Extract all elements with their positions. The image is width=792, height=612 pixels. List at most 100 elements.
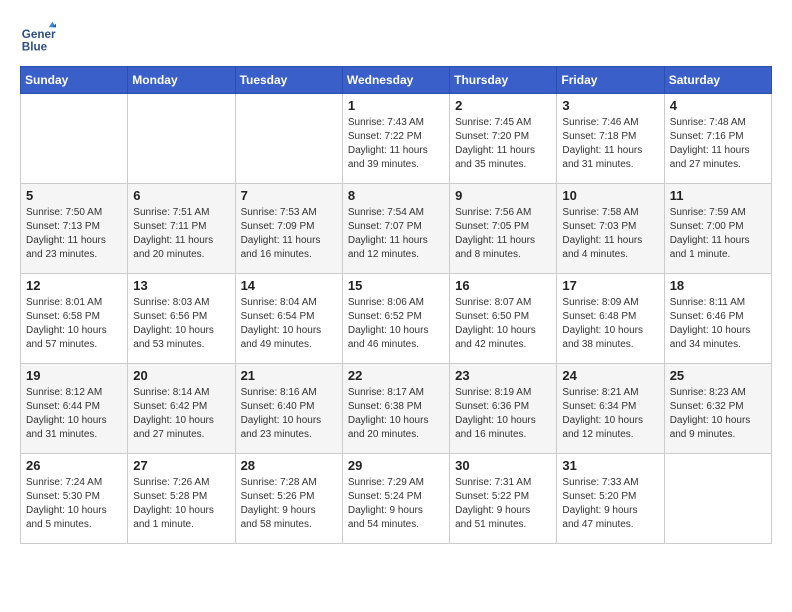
day-number: 21 — [241, 368, 337, 383]
day-info: Sunrise: 7:46 AM Sunset: 7:18 PM Dayligh… — [562, 116, 658, 172]
calendar-cell — [664, 454, 771, 544]
day-info: Sunrise: 7:29 AM Sunset: 5:24 PM Dayligh… — [348, 476, 444, 532]
day-number: 24 — [562, 368, 658, 383]
day-number: 3 — [562, 98, 658, 113]
calendar-cell — [21, 94, 128, 184]
day-number: 11 — [670, 188, 766, 203]
day-info: Sunrise: 8:23 AM Sunset: 6:32 PM Dayligh… — [670, 386, 766, 442]
day-number: 13 — [133, 278, 229, 293]
day-info: Sunrise: 8:03 AM Sunset: 6:56 PM Dayligh… — [133, 296, 229, 352]
calendar-cell: 18 Sunrise: 8:11 AM Sunset: 6:46 PM Dayli… — [664, 274, 771, 364]
day-number: 12 — [26, 278, 122, 293]
day-number: 4 — [670, 98, 766, 113]
calendar-cell: 21 Sunrise: 8:16 AM Sunset: 6:40 PM Dayli… — [235, 364, 342, 454]
calendar-cell: 31 Sunrise: 7:33 AM Sunset: 5:20 PM Dayli… — [557, 454, 664, 544]
day-number: 2 — [455, 98, 551, 113]
day-number: 22 — [348, 368, 444, 383]
day-info: Sunrise: 8:19 AM Sunset: 6:36 PM Dayligh… — [455, 386, 551, 442]
calendar-cell: 16 Sunrise: 8:07 AM Sunset: 6:50 PM Dayli… — [450, 274, 557, 364]
day-number: 9 — [455, 188, 551, 203]
calendar-cell: 27 Sunrise: 7:26 AM Sunset: 5:28 PM Dayli… — [128, 454, 235, 544]
day-number: 27 — [133, 458, 229, 473]
calendar-cell: 2 Sunrise: 7:45 AM Sunset: 7:20 PM Daylig… — [450, 94, 557, 184]
calendar-cell: 9 Sunrise: 7:56 AM Sunset: 7:05 PM Daylig… — [450, 184, 557, 274]
calendar-cell: 15Sunrise: 8:06 AM Sunset: 6:52 PM Dayli… — [342, 274, 449, 364]
calendar-cell: 24Sunrise: 8:21 AM Sunset: 6:34 PM Dayli… — [557, 364, 664, 454]
day-number: 16 — [455, 278, 551, 293]
svg-text:Blue: Blue — [22, 41, 48, 54]
calendar-cell: 26 Sunrise: 7:24 AM Sunset: 5:30 PM Dayli… — [21, 454, 128, 544]
day-info: Sunrise: 8:11 AM Sunset: 6:46 PM Dayligh… — [670, 296, 766, 352]
calendar-cell: 28 Sunrise: 7:28 AM Sunset: 5:26 PM Dayli… — [235, 454, 342, 544]
day-number: 31 — [562, 458, 658, 473]
calendar-cell: 12 Sunrise: 8:01 AM Sunset: 6:58 PM Dayli… — [21, 274, 128, 364]
week-row-2: 5 Sunrise: 7:50 AM Sunset: 7:13 PM Daylig… — [21, 184, 772, 274]
logo-icon: General Blue — [20, 20, 56, 56]
calendar-cell: 11 Sunrise: 7:59 AM Sunset: 7:00 PM Dayli… — [664, 184, 771, 274]
day-number: 15 — [348, 278, 444, 293]
day-number: 6 — [133, 188, 229, 203]
day-number: 1 — [348, 98, 444, 113]
calendar-cell: 22Sunrise: 8:17 AM Sunset: 6:38 PM Dayli… — [342, 364, 449, 454]
week-row-4: 19Sunrise: 8:12 AM Sunset: 6:44 PM Dayli… — [21, 364, 772, 454]
day-info: Sunrise: 7:28 AM Sunset: 5:26 PM Dayligh… — [241, 476, 337, 532]
day-number: 20 — [133, 368, 229, 383]
calendar-cell: 20 Sunrise: 8:14 AM Sunset: 6:42 PM Dayli… — [128, 364, 235, 454]
calendar-cell: 19Sunrise: 8:12 AM Sunset: 6:44 PM Dayli… — [21, 364, 128, 454]
calendar-table: SundayMondayTuesdayWednesdayThursdayFrid… — [20, 66, 772, 544]
day-number: 26 — [26, 458, 122, 473]
day-info: Sunrise: 8:01 AM Sunset: 6:58 PM Dayligh… — [26, 296, 122, 352]
day-number: 29 — [348, 458, 444, 473]
weekday-thursday: Thursday — [450, 67, 557, 94]
calendar-cell: 10Sunrise: 7:58 AM Sunset: 7:03 PM Dayli… — [557, 184, 664, 274]
weekday-monday: Monday — [128, 67, 235, 94]
day-info: Sunrise: 7:43 AM Sunset: 7:22 PM Dayligh… — [348, 116, 444, 172]
day-number: 7 — [241, 188, 337, 203]
day-info: Sunrise: 7:56 AM Sunset: 7:05 PM Dayligh… — [455, 206, 551, 262]
day-info: Sunrise: 7:48 AM Sunset: 7:16 PM Dayligh… — [670, 116, 766, 172]
day-number: 28 — [241, 458, 337, 473]
calendar-cell: 7Sunrise: 7:53 AM Sunset: 7:09 PM Daylig… — [235, 184, 342, 274]
day-info: Sunrise: 7:26 AM Sunset: 5:28 PM Dayligh… — [133, 476, 229, 532]
calendar-cell — [235, 94, 342, 184]
day-info: Sunrise: 8:09 AM Sunset: 6:48 PM Dayligh… — [562, 296, 658, 352]
calendar-cell: 8Sunrise: 7:54 AM Sunset: 7:07 PM Daylig… — [342, 184, 449, 274]
day-info: Sunrise: 7:50 AM Sunset: 7:13 PM Dayligh… — [26, 206, 122, 262]
week-row-5: 26 Sunrise: 7:24 AM Sunset: 5:30 PM Dayli… — [21, 454, 772, 544]
calendar-cell: 14Sunrise: 8:04 AM Sunset: 6:54 PM Dayli… — [235, 274, 342, 364]
day-info: Sunrise: 7:58 AM Sunset: 7:03 PM Dayligh… — [562, 206, 658, 262]
day-info: Sunrise: 8:07 AM Sunset: 6:50 PM Dayligh… — [455, 296, 551, 352]
day-number: 17 — [562, 278, 658, 293]
day-number: 18 — [670, 278, 766, 293]
day-number: 5 — [26, 188, 122, 203]
day-info: Sunrise: 8:14 AM Sunset: 6:42 PM Dayligh… — [133, 386, 229, 442]
day-number: 8 — [348, 188, 444, 203]
calendar-cell: 5 Sunrise: 7:50 AM Sunset: 7:13 PM Daylig… — [21, 184, 128, 274]
calendar-cell — [128, 94, 235, 184]
day-info: Sunrise: 8:16 AM Sunset: 6:40 PM Dayligh… — [241, 386, 337, 442]
calendar-cell: 13 Sunrise: 8:03 AM Sunset: 6:56 PM Dayli… — [128, 274, 235, 364]
day-number: 19 — [26, 368, 122, 383]
day-number: 14 — [241, 278, 337, 293]
calendar-cell: 30Sunrise: 7:31 AM Sunset: 5:22 PM Dayli… — [450, 454, 557, 544]
calendar-cell: 6Sunrise: 7:51 AM Sunset: 7:11 PM Daylig… — [128, 184, 235, 274]
day-number: 23 — [455, 368, 551, 383]
calendar-body: 1 Sunrise: 7:43 AM Sunset: 7:22 PM Daylig… — [21, 94, 772, 544]
calendar-cell: 25 Sunrise: 8:23 AM Sunset: 6:32 PM Dayli… — [664, 364, 771, 454]
day-info: Sunrise: 7:24 AM Sunset: 5:30 PM Dayligh… — [26, 476, 122, 532]
weekday-friday: Friday — [557, 67, 664, 94]
logo: General Blue — [20, 20, 60, 56]
day-number: 25 — [670, 368, 766, 383]
calendar-cell: 1 Sunrise: 7:43 AM Sunset: 7:22 PM Daylig… — [342, 94, 449, 184]
weekday-wednesday: Wednesday — [342, 67, 449, 94]
day-info: Sunrise: 7:59 AM Sunset: 7:00 PM Dayligh… — [670, 206, 766, 262]
day-info: Sunrise: 7:45 AM Sunset: 7:20 PM Dayligh… — [455, 116, 551, 172]
weekday-sunday: Sunday — [21, 67, 128, 94]
calendar-cell: 17 Sunrise: 8:09 AM Sunset: 6:48 PM Dayli… — [557, 274, 664, 364]
page-header: General Blue — [20, 20, 772, 56]
calendar-cell: 4 Sunrise: 7:48 AM Sunset: 7:16 PM Daylig… — [664, 94, 771, 184]
weekday-header-row: SundayMondayTuesdayWednesdayThursdayFrid… — [21, 67, 772, 94]
day-info: Sunrise: 7:33 AM Sunset: 5:20 PM Dayligh… — [562, 476, 658, 532]
calendar-cell: 23 Sunrise: 8:19 AM Sunset: 6:36 PM Dayli… — [450, 364, 557, 454]
week-row-3: 12 Sunrise: 8:01 AM Sunset: 6:58 PM Dayli… — [21, 274, 772, 364]
